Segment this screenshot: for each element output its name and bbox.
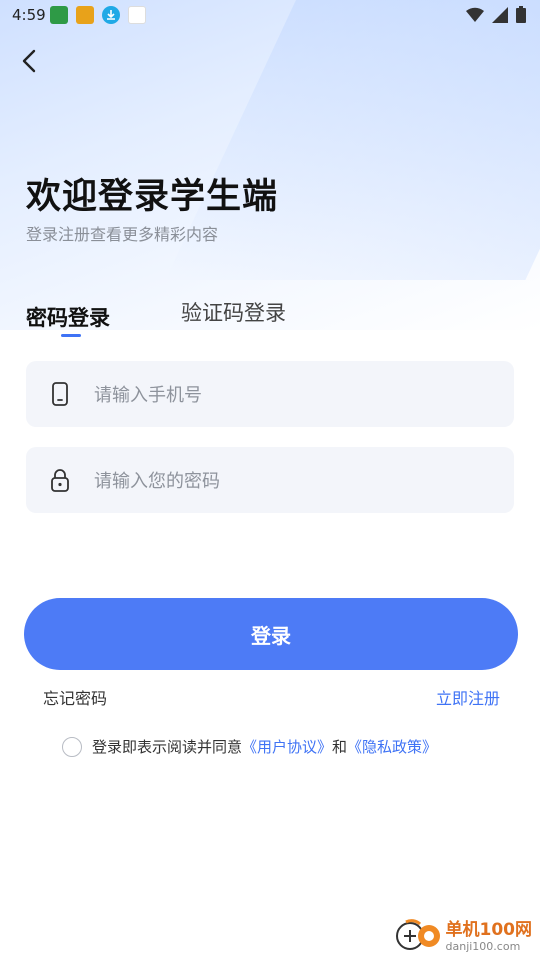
- active-tab-indicator: [61, 334, 81, 337]
- back-button[interactable]: [18, 48, 42, 74]
- chevron-left-icon: [22, 49, 36, 73]
- app-icon-1: [50, 6, 68, 24]
- app-icon-2: [76, 6, 94, 24]
- download-icon: [102, 6, 120, 24]
- page-subtitle: 登录注册查看更多精彩内容: [26, 225, 219, 244]
- wifi-icon: [466, 7, 484, 22]
- user-agreement-link[interactable]: 《用户协议》: [242, 736, 332, 757]
- forgot-password-link[interactable]: 忘记密码: [43, 685, 107, 709]
- password-field[interactable]: [26, 447, 514, 515]
- battery-icon: [516, 6, 526, 23]
- status-bar: 4:59: [0, 0, 540, 30]
- tab-code-login[interactable]: 验证码登录: [181, 297, 286, 327]
- watermark: 单机100网 danji100.com: [395, 914, 533, 954]
- status-time: 4:59: [12, 6, 46, 24]
- system-icons: [466, 6, 526, 23]
- register-link[interactable]: 立即注册: [436, 685, 500, 709]
- agreement-checkbox[interactable]: [62, 736, 82, 757]
- agreement-and: 和: [332, 738, 348, 756]
- watermark-logo: [395, 914, 442, 954]
- agreement-text: 登录即表示阅读并同意: [92, 738, 243, 756]
- privacy-policy-link[interactable]: 《隐私政策》: [347, 736, 437, 757]
- watermark-title: 单机100网: [445, 920, 533, 940]
- tab-password-login[interactable]: 密码登录: [26, 302, 110, 332]
- notification-icons: [50, 6, 146, 24]
- phone-icon: [52, 382, 68, 406]
- login-button[interactable]: 登录: [24, 598, 518, 670]
- agreement-row: 登录即表示阅读并同意 《用户协议》 和 《隐私政策》: [62, 736, 437, 757]
- lock-icon: [51, 469, 69, 492]
- phone-input[interactable]: [92, 361, 496, 429]
- signal-icon: [492, 6, 508, 23]
- app-icon-3: [128, 6, 146, 24]
- watermark-url: danji100.com: [445, 940, 521, 953]
- phone-field[interactable]: [26, 361, 514, 429]
- password-input[interactable]: [92, 447, 496, 515]
- page-title: 欢迎登录学生端: [26, 177, 279, 217]
